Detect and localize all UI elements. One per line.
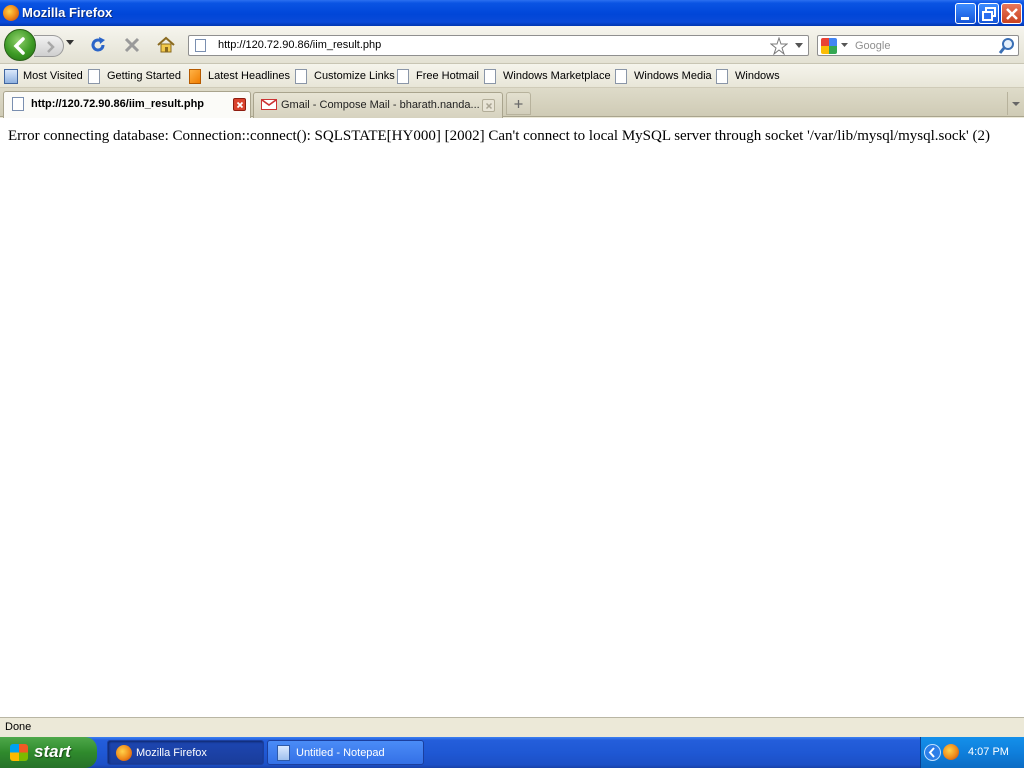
reload-icon[interactable]: [88, 35, 108, 55]
plus-icon: [514, 100, 523, 108]
back-forward-group: [4, 29, 80, 61]
tab-close-button[interactable]: [482, 99, 495, 112]
page-icon: [484, 69, 496, 84]
chevron-down-icon: [1012, 102, 1020, 106]
firefox-icon: [3, 5, 19, 21]
page-icon: [397, 69, 409, 84]
site-identity-icon[interactable]: [195, 39, 206, 52]
taskbar: start Mozilla Firefox Untitled - Notepad…: [0, 737, 1024, 768]
tab-iim-result[interactable]: http://120.72.90.86/iim_result.php: [3, 91, 251, 118]
home-icon[interactable]: [156, 35, 176, 55]
restore-icon: [982, 7, 996, 21]
list-all-tabs-button[interactable]: [1007, 92, 1024, 115]
page-icon: [716, 69, 728, 84]
gmail-icon: [261, 99, 277, 110]
system-tray: 4:07 PM: [920, 737, 1024, 768]
notepad-icon: [277, 745, 290, 761]
url-text[interactable]: http://120.72.90.86/iim_result.php: [218, 39, 381, 51]
taskbar-item-firefox[interactable]: Mozilla Firefox: [107, 740, 264, 765]
google-icon[interactable]: [821, 38, 837, 54]
minimize-button[interactable]: [955, 3, 976, 24]
search-engine-dropdown-icon[interactable]: [841, 43, 848, 48]
back-icon: [13, 37, 25, 55]
start-button[interactable]: start: [0, 737, 97, 768]
forward-icon: [47, 41, 55, 53]
history-dropdown-icon[interactable]: [66, 40, 74, 46]
search-bar[interactable]: Google: [817, 35, 1019, 56]
page-icon: [88, 69, 100, 84]
page-icon: [12, 97, 24, 111]
url-dropdown-icon[interactable]: [795, 43, 803, 49]
tray-app-icon[interactable]: [943, 744, 959, 760]
tab-gmail-compose[interactable]: Gmail - Compose Mail - bharath.nanda...: [253, 92, 503, 118]
restore-button[interactable]: [978, 3, 999, 24]
rss-icon: [189, 69, 201, 84]
status-bar: Done: [0, 717, 1024, 737]
page-icon: [615, 69, 627, 84]
search-magnifier-icon[interactable]: [998, 37, 1016, 55]
error-message: Error connecting database: Connection::c…: [8, 128, 990, 144]
page-content: Error connecting database: Connection::c…: [0, 118, 1024, 717]
close-button[interactable]: [1001, 3, 1022, 24]
page-icon: [295, 69, 307, 84]
back-button[interactable]: [4, 29, 36, 61]
minimize-icon: [961, 17, 969, 20]
forward-button[interactable]: [34, 35, 64, 57]
firefox-icon: [116, 745, 132, 761]
new-tab-button[interactable]: [506, 92, 531, 115]
close-icon: [236, 101, 244, 109]
search-input[interactable]: Google: [855, 40, 890, 52]
bookmarks-toolbar: Most Visited Getting Started Latest Head…: [0, 64, 1024, 88]
most-visited-icon: [4, 69, 18, 84]
close-icon: [1006, 8, 1018, 20]
window-title: Mozilla Firefox: [22, 5, 113, 20]
chevron-left-icon: [928, 747, 935, 758]
url-bar[interactable]: http://120.72.90.86/iim_result.php: [188, 35, 809, 56]
tab-close-button[interactable]: [233, 98, 246, 111]
bookmark-star-icon[interactable]: [770, 37, 788, 55]
window-titlebar[interactable]: Mozilla Firefox: [0, 0, 1024, 26]
tray-expand-button[interactable]: [924, 744, 941, 761]
windows-logo-icon: [10, 744, 28, 761]
close-icon: [485, 102, 493, 110]
status-text: Done: [5, 721, 32, 733]
stop-icon[interactable]: [122, 35, 142, 55]
taskbar-item-notepad[interactable]: Untitled - Notepad: [267, 740, 424, 765]
clock: 4:07 PM: [968, 746, 1009, 758]
